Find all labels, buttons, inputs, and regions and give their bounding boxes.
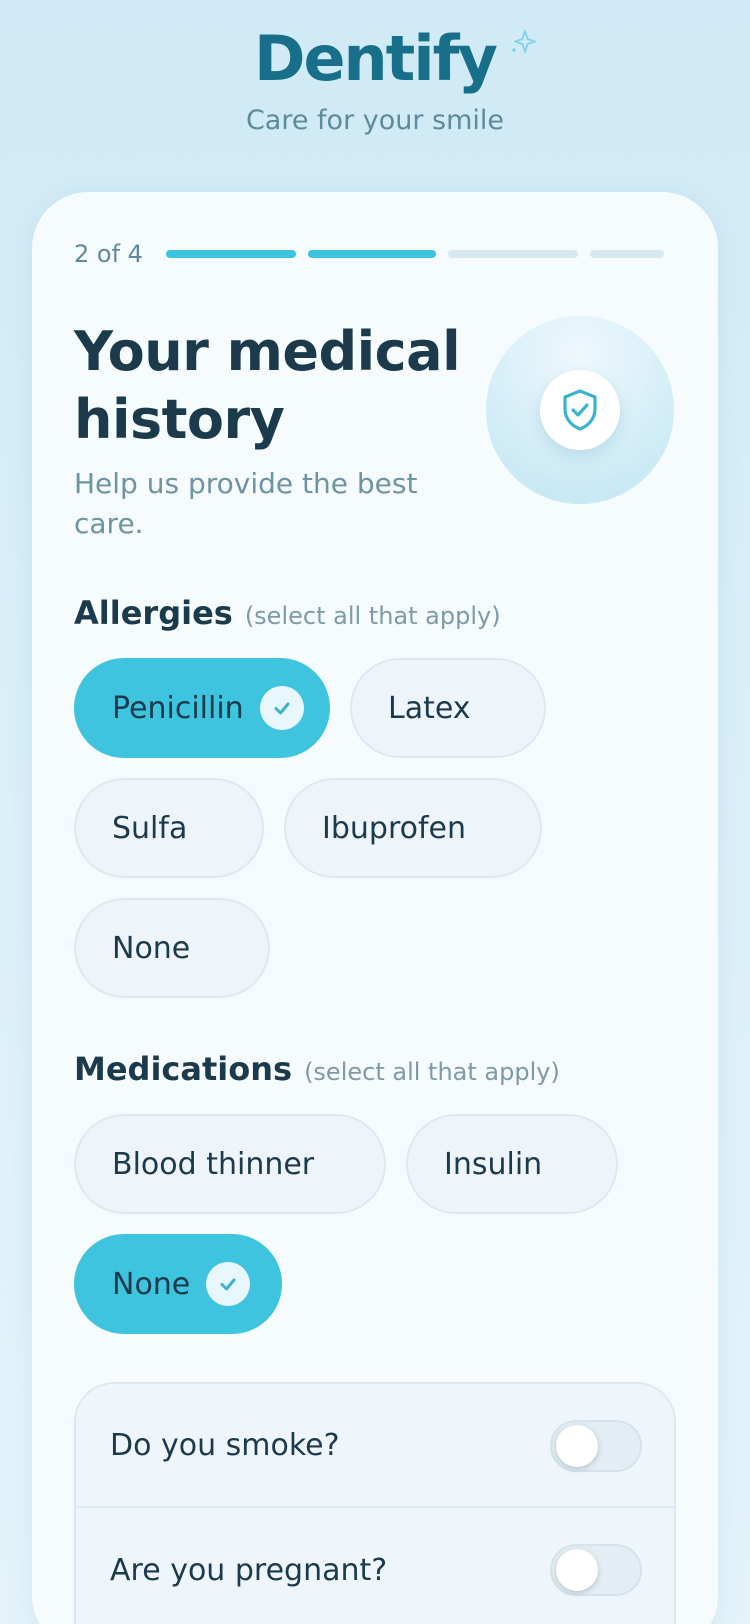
health-questions-panel: Do you smoke? Are you pregnant? [74,1382,676,1624]
chip-allergy-latex[interactable]: Latex [350,658,546,758]
smoke-toggle[interactable] [550,1420,642,1472]
page-subtitle: Help us provide the best care. [74,467,418,540]
hero-illustration [486,316,674,504]
step-progress: 2 of 4 [74,240,664,268]
medications-hint: (select all that apply) [304,1058,560,1086]
check-icon [206,1262,251,1306]
chip-label: Insulin [444,1146,543,1182]
chip-medication-none[interactable]: None [74,1234,282,1334]
progress-segment-1 [166,250,296,258]
chip-medication-insulin[interactable]: Insulin [406,1114,618,1214]
chip-allergy-none[interactable]: None [74,898,270,998]
chip-label: Blood thinner [112,1146,315,1182]
chip-allergy-ibuprofen[interactable]: Ibuprofen [284,778,542,878]
page-title: Your medical history [74,320,461,451]
progress-segment-2 [308,250,436,258]
toggle-knob [556,1425,598,1467]
chip-label: Penicillin [112,690,244,726]
brand-tagline: Care for your smile [245,105,505,136]
allergies-title: Allergies [74,594,233,632]
chip-label: Sulfa [112,810,188,846]
shield-check-icon [563,389,597,431]
medical-history-card: 2 of 4 Your medical history Help us prov… [32,192,718,1624]
pregnant-toggle[interactable] [550,1544,642,1596]
chip-medication-blood-thinner[interactable]: Blood thinner [74,1114,386,1214]
medications-title: Medications [74,1050,293,1088]
hero-badge [540,370,620,450]
chip-label: Latex [388,690,471,726]
step-progress-label: 2 of 4 [74,240,143,268]
brand-logo: Dentify [254,22,536,95]
question-label: Do you smoke? [110,1427,340,1463]
question-label: Are you pregnant? [110,1552,388,1588]
medications-section-title: Medications (select all that apply) [74,1050,560,1088]
allergies-section-title: Allergies (select all that apply) [74,594,501,632]
chip-label: Ibuprofen [322,810,467,846]
progress-segment-4 [590,250,664,258]
chip-label: None [112,930,191,966]
chip-label: None [112,1266,191,1302]
chip-allergy-penicillin[interactable]: Penicillin [74,658,330,758]
progress-segment-3 [448,250,578,258]
chip-allergy-sulfa[interactable]: Sulfa [74,778,264,878]
brand-title: Dentify [254,22,498,95]
question-row-pregnant: Are you pregnant? [76,1508,674,1624]
question-row-smoke: Do you smoke? [76,1384,674,1508]
allergies-hint: (select all that apply) [244,602,501,630]
brand-header: Dentify Care for your smile [0,24,750,138]
sparkle-icon [512,30,536,53]
check-icon [259,686,304,730]
step-progress-bar [166,250,664,258]
toggle-knob [556,1549,598,1591]
